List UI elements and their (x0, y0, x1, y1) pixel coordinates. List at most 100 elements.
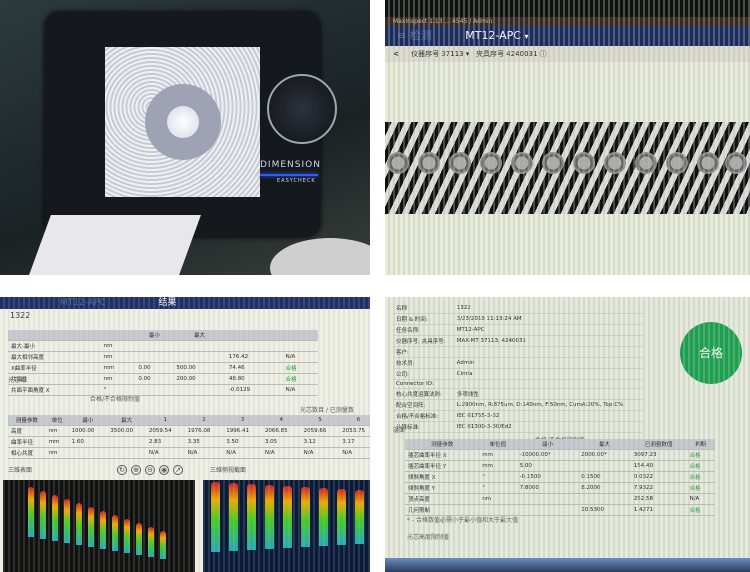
instrument-value[interactable]: 37113 (441, 50, 463, 58)
results-header: MT12-APC 结果 (0, 297, 370, 309)
3d-side-plot (203, 480, 370, 572)
table-row: 最大-最小 nm (8, 340, 318, 352)
table-cell: N/A (300, 447, 340, 459)
plot-right-title: 三维侧视截面 (210, 467, 247, 474)
fiber-endface-display (105, 47, 260, 197)
fiber-height-peak (76, 503, 82, 545)
fiber-height-peak (229, 483, 238, 551)
table-cell: IEC 61755-3-32 (453, 410, 643, 422)
brand-logo: DIMENSION (260, 160, 321, 170)
table-cell: nm (479, 493, 517, 505)
table-row: 计算标准: IEC 61300-3-30/Ed2 (393, 421, 643, 433)
table-cell: 多项线性 (453, 388, 643, 400)
table-cell: 名称 (393, 303, 454, 314)
mt-ferrule-image (385, 122, 750, 214)
table-cell: 顶点高度 (405, 493, 480, 505)
table-cell: 3.05 (261, 436, 301, 448)
column-header (8, 330, 101, 341)
column-header: 最小 (135, 330, 174, 341)
table-cell: 7.9322 (630, 482, 687, 494)
column-header (282, 330, 318, 341)
table-cell: 最大相邻高度 (8, 351, 101, 363)
table-row: 曲率半径 mm 1.60 2.83 3.35 3.50 3.05 3.12 3.17 (8, 436, 370, 448)
fiber-height-peak (100, 511, 106, 549)
fiber-height-peak (88, 507, 94, 547)
table-cell: 8.2000 (578, 482, 631, 494)
table-cell: 74.46 (225, 362, 283, 374)
column-header: 已测量数值 (630, 439, 687, 450)
column-header: 最小 (516, 439, 579, 450)
table-cell: 1000.00 (68, 425, 108, 437)
fiber (542, 152, 564, 174)
fiber-height-peak (52, 495, 58, 541)
table-cell: 154.40 (630, 460, 687, 472)
table-cell: ° (479, 482, 517, 494)
column-header: 最小 (68, 415, 108, 426)
fiber-height-peak (160, 531, 166, 559)
table-cell: 5.00 (516, 460, 579, 472)
column-header: 单位值 (479, 439, 517, 450)
fiber (725, 152, 747, 174)
table-cell: N/A (282, 384, 318, 396)
fiber-height-peak (247, 484, 256, 550)
table-cell: 任务名称: (393, 324, 454, 336)
table-row: 相心共度 nm N/A N/A N/A N/A N/A N/A (8, 447, 370, 459)
table-row: 合格/不合格标准: IEC 61755-3-32 (393, 410, 643, 422)
column-header: 最大 (578, 439, 631, 450)
column-header: 5 (300, 415, 340, 426)
table-row: Connector ID: (393, 379, 643, 389)
table-cell: 共面平面角度 X (8, 384, 101, 396)
table-cell: 500.00 (173, 362, 226, 374)
table-cell (173, 351, 226, 363)
photo-inspection-screen: MaxInspect 1.13 ... 4545 / Admin ≡ 检测 MT… (385, 0, 750, 275)
table-row: 倾斜角度 X ° -0.1500 0.1500 0.0322 合格 (405, 471, 715, 483)
table-cell (578, 460, 631, 472)
column-header: 4 (261, 415, 301, 426)
expand-icon[interactable]: ↗ (173, 465, 183, 475)
table-cell: 最大-最小 (8, 340, 101, 352)
table-row: 技术员: Admin (393, 357, 643, 369)
table-cell: 公司: (393, 368, 454, 380)
table-row: 插芯曲率半径 Xmm -10000.00* 2000.00* 3097.23 合格 (405, 449, 715, 461)
table-cell: Connector ID: (393, 379, 454, 389)
column-header: 判断 (686, 439, 715, 450)
chevron-down-icon[interactable]: ▾ (525, 32, 529, 41)
table-cell (516, 504, 579, 516)
column-header: 最大 (173, 330, 226, 341)
info-icon[interactable]: ⓘ (540, 50, 547, 58)
table-cell: 3.35 (184, 436, 224, 448)
table-cell: N/A (261, 447, 301, 459)
fiber-height-peak (28, 487, 34, 537)
table-row: 日期 & 时间: 3/23/2019 11:13:24 AM (393, 313, 643, 325)
table-row: 插芯曲率半径 Ymm 5.00 154.40 合格 (405, 460, 715, 472)
nav-inspect[interactable]: 检测 (410, 29, 432, 42)
table-cell: N/A (339, 447, 370, 459)
fiber (573, 152, 595, 174)
back-button[interactable]: < (393, 50, 399, 58)
reset-view-icon[interactable]: ◉ (159, 465, 169, 475)
table-cell: 10.5300 (578, 504, 631, 516)
table-cell: mm (100, 362, 136, 374)
table-row: 客户: (393, 346, 643, 358)
window-title: MaxInspect 1.13 ... 4545 / Admin (385, 17, 750, 26)
fiber (697, 152, 719, 174)
table-cell: 0.00 (135, 362, 174, 374)
menu-icon[interactable]: ≡ (397, 29, 410, 42)
product-selector[interactable]: MT12-APC (465, 29, 521, 42)
fixture-label: 夹具序号 (476, 50, 505, 58)
table-cell: 48.80 (225, 373, 283, 385)
zoom-out-icon[interactable]: ⊖ (145, 465, 155, 475)
monitor-bezel (385, 0, 750, 18)
zoom-in-icon[interactable]: ⊕ (131, 465, 141, 475)
rotate-icon[interactable]: ↻ (117, 465, 127, 475)
summary-table: 最小 最大 最大-最小 nm 最大相邻高度 nm 176.42 N/A X曲率半径 mm 0.00 5… (8, 330, 318, 396)
table-cell (173, 384, 226, 396)
table-cell: 几何限制 (405, 504, 480, 516)
fiber (480, 152, 502, 174)
table-row: X曲率半径 mm 0.00 500.00 74.46 合格 (8, 362, 318, 374)
endface-table: 测量参数 单位值 最小 最大 已测量数值 判断 插芯曲率半径 Xmm -10000.00* 20… (405, 439, 715, 516)
table-cell: 技术员: (393, 357, 454, 369)
table-cell: 仪器序号, 夹具序号: (393, 335, 454, 347)
table-cell: mm (479, 449, 517, 461)
fiber (449, 152, 471, 174)
